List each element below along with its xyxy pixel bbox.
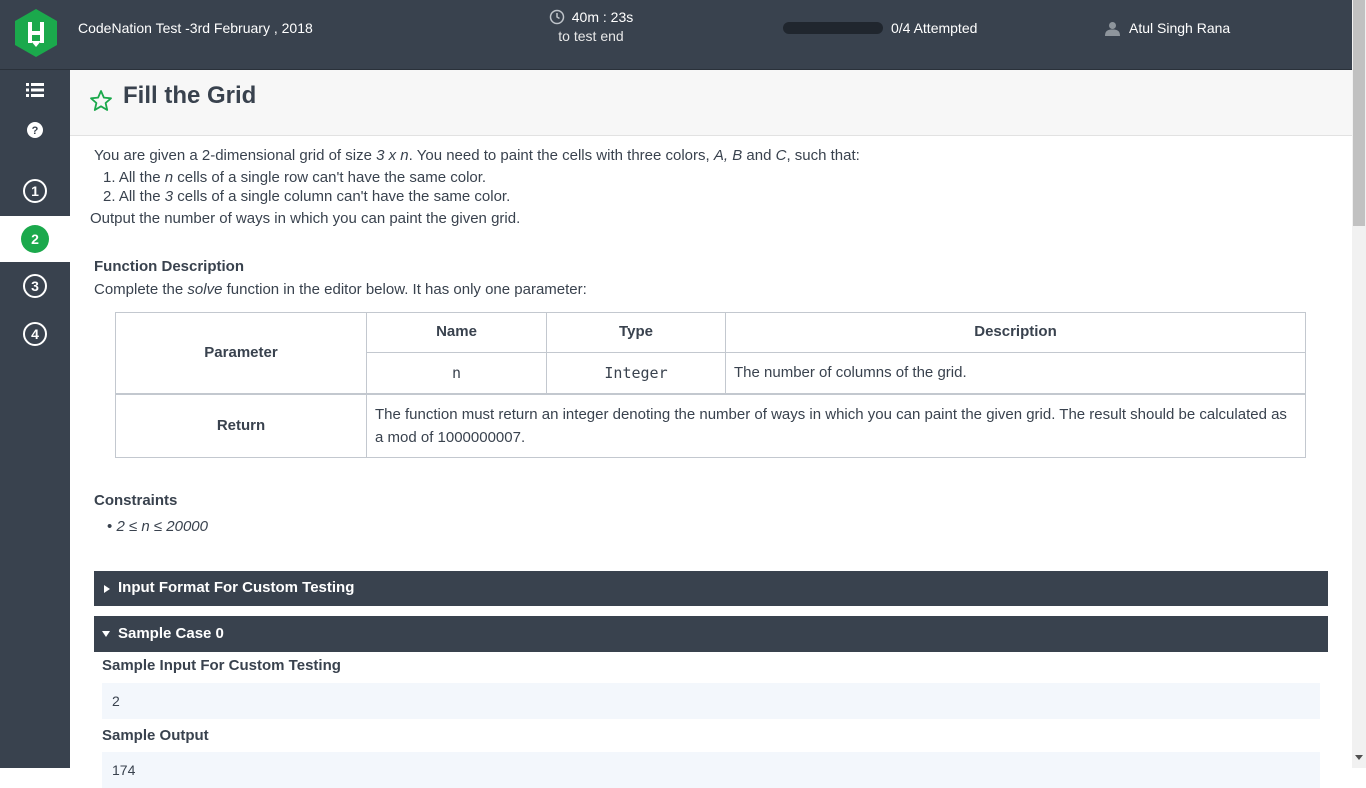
rule-text: 2. All the bbox=[103, 188, 165, 205]
rule-text: 1. All the bbox=[103, 169, 165, 186]
problem-title: Fill the Grid bbox=[123, 82, 257, 109]
top-bar: CodeNation Test -3rd February , 2018 40m… bbox=[0, 0, 1352, 70]
accordion-label: Input Format For Custom Testing bbox=[118, 579, 355, 597]
help-icon[interactable]: ? bbox=[25, 120, 45, 140]
test-title: CodeNation Test -3rd February , 2018 bbox=[78, 20, 313, 36]
problem-header: Fill the Grid bbox=[70, 70, 1352, 136]
question-sidebar: ? 1 2 3 4 bbox=[0, 70, 70, 768]
star-icon[interactable] bbox=[89, 89, 113, 113]
user-name: Atul Singh Rana bbox=[1129, 20, 1231, 36]
question-number: 4 bbox=[23, 322, 47, 346]
parameter-table: Parameter Name Type Description n Intege… bbox=[115, 312, 1307, 458]
timer-value: 40m : 23s bbox=[571, 9, 634, 25]
rule-1: 1. All the n cells of a single row can't… bbox=[103, 168, 486, 188]
question-number: 3 bbox=[23, 274, 47, 298]
user-icon bbox=[1105, 21, 1120, 36]
constraints-heading: Constraints bbox=[94, 492, 178, 509]
question-nav-2[interactable]: 2 bbox=[0, 216, 70, 262]
sample-input-heading: Sample Input For Custom Testing bbox=[102, 657, 341, 674]
input-format-accordion[interactable]: Input Format For Custom Testing bbox=[94, 571, 1328, 606]
intro-part: , such that: bbox=[786, 147, 860, 164]
function-name: solve bbox=[187, 281, 223, 298]
description-header-cell: Description bbox=[725, 312, 1306, 353]
sample-input-box: 2 bbox=[102, 683, 1320, 719]
list-icon[interactable] bbox=[25, 80, 45, 100]
return-description-cell: The function must return an integer deno… bbox=[366, 394, 1306, 458]
parameter-label-cell: Parameter bbox=[115, 312, 367, 394]
intro-grid-size: 3 x n bbox=[376, 147, 409, 164]
type-header-cell: Type bbox=[546, 312, 726, 353]
user-menu[interactable]: Atul Singh Rana bbox=[1105, 20, 1230, 36]
name-header-cell: Name bbox=[366, 312, 547, 353]
intro-color-c: C bbox=[775, 147, 787, 164]
question-number: 1 bbox=[23, 179, 47, 203]
sample-output-heading: Sample Output bbox=[102, 727, 209, 744]
rule-text: cells of a single column can't have the … bbox=[173, 188, 511, 205]
clock-icon bbox=[549, 9, 565, 25]
intro-colors: A, B bbox=[713, 147, 743, 164]
rule-var: n bbox=[164, 169, 174, 186]
intro-text: You are given a 2-dimensional grid of si… bbox=[94, 146, 860, 166]
rule-2: 2. All the 3 cells of a single column ca… bbox=[103, 187, 510, 207]
function-text: Complete the bbox=[94, 281, 188, 298]
constraint-text: 2 ≤ n ≤ 20000 bbox=[116, 518, 208, 535]
return-label-cell: Return bbox=[115, 394, 367, 458]
param-type-cell: Integer bbox=[546, 352, 726, 394]
intro-part: and bbox=[742, 147, 776, 164]
svg-text:?: ? bbox=[32, 125, 39, 137]
sample-output-box: 174 bbox=[102, 752, 1320, 788]
sample-case-0-accordion[interactable]: Sample Case 0 bbox=[94, 616, 1328, 652]
caret-down-icon bbox=[102, 631, 110, 637]
page-scrollbar[interactable] bbox=[1352, 0, 1366, 768]
test-timer: 40m : 23s to test end bbox=[540, 9, 642, 44]
attempt-progress: 0/4 Attempted bbox=[783, 20, 977, 36]
progress-track bbox=[783, 22, 883, 34]
rule-var: 3 bbox=[164, 188, 174, 205]
constraint-item: • 2 ≤ n ≤ 20000 bbox=[107, 517, 208, 537]
question-number: 2 bbox=[21, 225, 49, 253]
param-description-cell: The number of columns of the grid. bbox=[725, 352, 1306, 394]
bullet: • bbox=[107, 518, 113, 535]
intro-part: . You need to paint the cells with three… bbox=[408, 147, 714, 164]
scroll-down-arrow-icon[interactable] bbox=[1355, 755, 1363, 760]
function-description-heading: Function Description bbox=[94, 258, 244, 275]
caret-right-icon bbox=[104, 584, 110, 593]
function-description-text: Complete the solve function in the edito… bbox=[94, 280, 587, 300]
intro-part: You are given a 2-dimensional grid of si… bbox=[94, 147, 377, 164]
output-line: Output the number of ways in which you c… bbox=[90, 210, 521, 227]
scrollbar-thumb[interactable] bbox=[1353, 0, 1365, 226]
rule-text: cells of a single row can't have the sam… bbox=[173, 169, 487, 186]
function-text: function in the editor below. It has onl… bbox=[222, 281, 587, 298]
timer-label: to test end bbox=[558, 28, 624, 44]
question-nav-3[interactable]: 3 bbox=[0, 263, 70, 309]
question-nav-1[interactable]: 1 bbox=[0, 168, 70, 214]
accordion-label: Sample Case 0 bbox=[118, 624, 224, 642]
progress-label: 0/4 Attempted bbox=[891, 20, 978, 36]
param-name-cell: n bbox=[366, 352, 547, 394]
question-nav-4[interactable]: 4 bbox=[0, 311, 70, 357]
hackerrank-logo-icon[interactable] bbox=[15, 9, 57, 57]
